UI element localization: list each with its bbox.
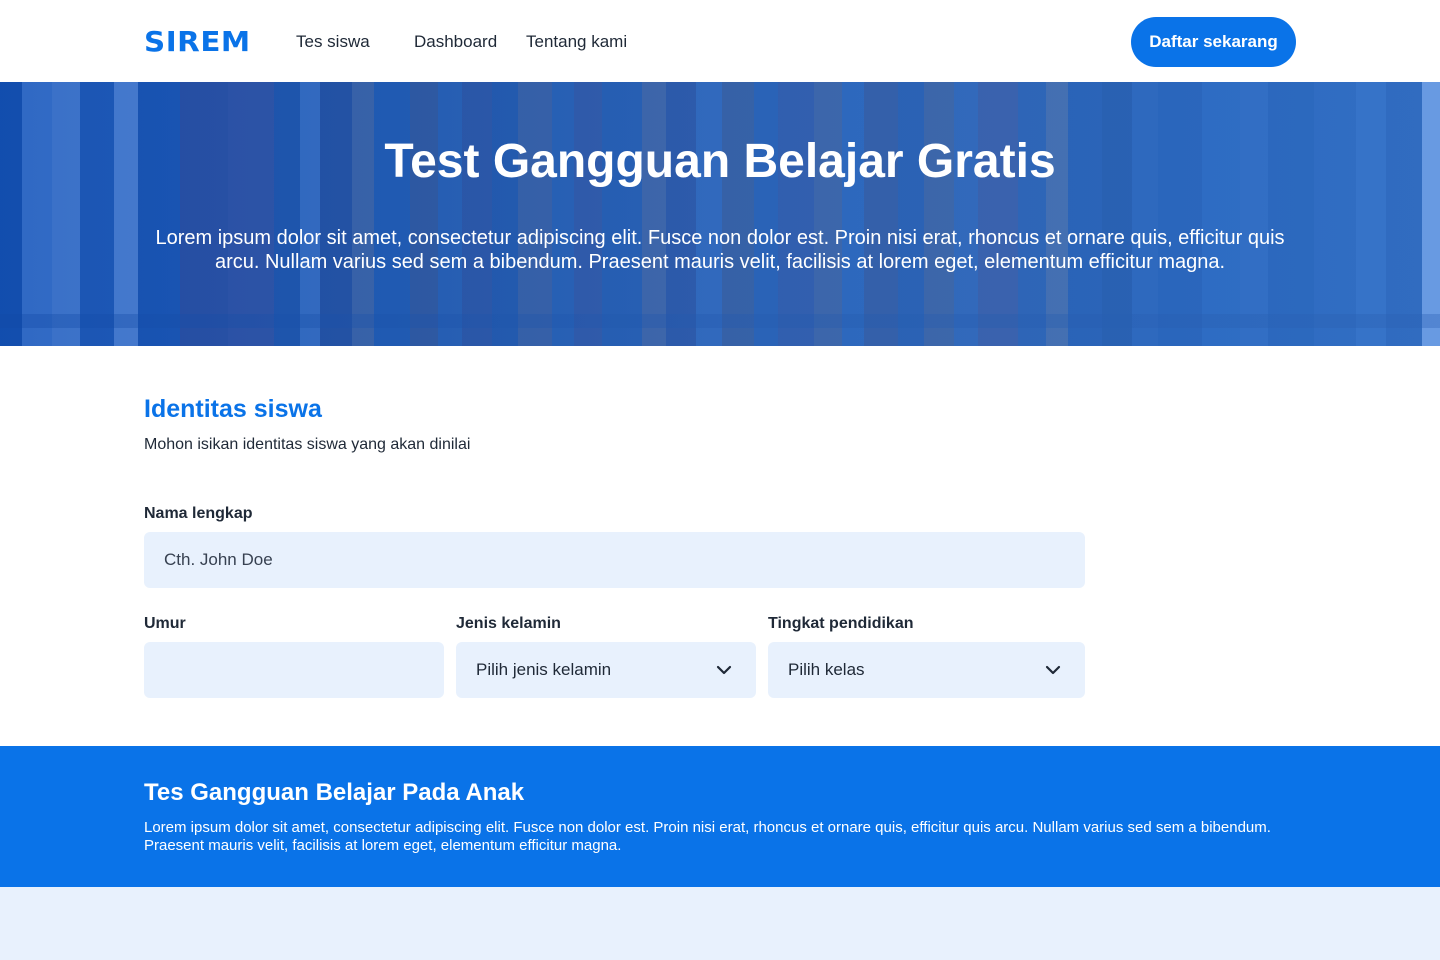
nav-link-tes-siswa[interactable]: Tes siswa bbox=[296, 31, 370, 53]
full-name-input[interactable] bbox=[144, 532, 1085, 588]
nav-link-tentang-kami[interactable]: Tentang kami bbox=[526, 31, 627, 53]
form-subtitle: Mohon isikan identitas siswa yang akan d… bbox=[144, 436, 471, 453]
gender-select-value: Pilih jenis kelamin bbox=[476, 660, 612, 679]
hero-description: Lorem ipsum dolor sit amet, consectetur … bbox=[155, 227, 1285, 273]
hero-banner: Test Gangguan Belajar Gratis Lorem ipsum… bbox=[0, 82, 1440, 346]
info-band-text: Lorem ipsum dolor sit amet, consectetur … bbox=[144, 819, 1271, 854]
education-select-value: Pilih kelas bbox=[788, 660, 865, 679]
gender-select[interactable]: Pilih jenis kelamin bbox=[456, 642, 756, 698]
info-band-title: Tes Gangguan Belajar Pada Anak bbox=[144, 779, 525, 806]
gender-label: Jenis kelamin bbox=[456, 615, 561, 632]
chevron-down-icon bbox=[1045, 665, 1061, 675]
education-level-label: Tingkat pendidikan bbox=[768, 615, 914, 632]
full-name-label: Nama lengkap bbox=[144, 505, 253, 522]
top-navbar: SIREM Tes siswa Dashboard Tentang kami D… bbox=[0, 0, 1440, 82]
nav-link-dashboard[interactable]: Dashboard bbox=[414, 31, 497, 53]
info-band: Tes Gangguan Belajar Pada Anak Lorem ips… bbox=[0, 746, 1440, 887]
age-label: Umur bbox=[144, 615, 186, 632]
register-button[interactable]: Daftar sekarang bbox=[1131, 17, 1296, 67]
age-input[interactable] bbox=[144, 642, 444, 698]
hero-title: Test Gangguan Belajar Gratis bbox=[384, 135, 1056, 188]
logo[interactable]: SIREM bbox=[144, 28, 251, 56]
education-level-select[interactable]: Pilih kelas bbox=[768, 642, 1085, 698]
form-title: Identitas siswa bbox=[144, 395, 322, 423]
footer-area bbox=[0, 887, 1440, 960]
chevron-down-icon bbox=[716, 665, 732, 675]
hero-overlay bbox=[0, 82, 1440, 346]
